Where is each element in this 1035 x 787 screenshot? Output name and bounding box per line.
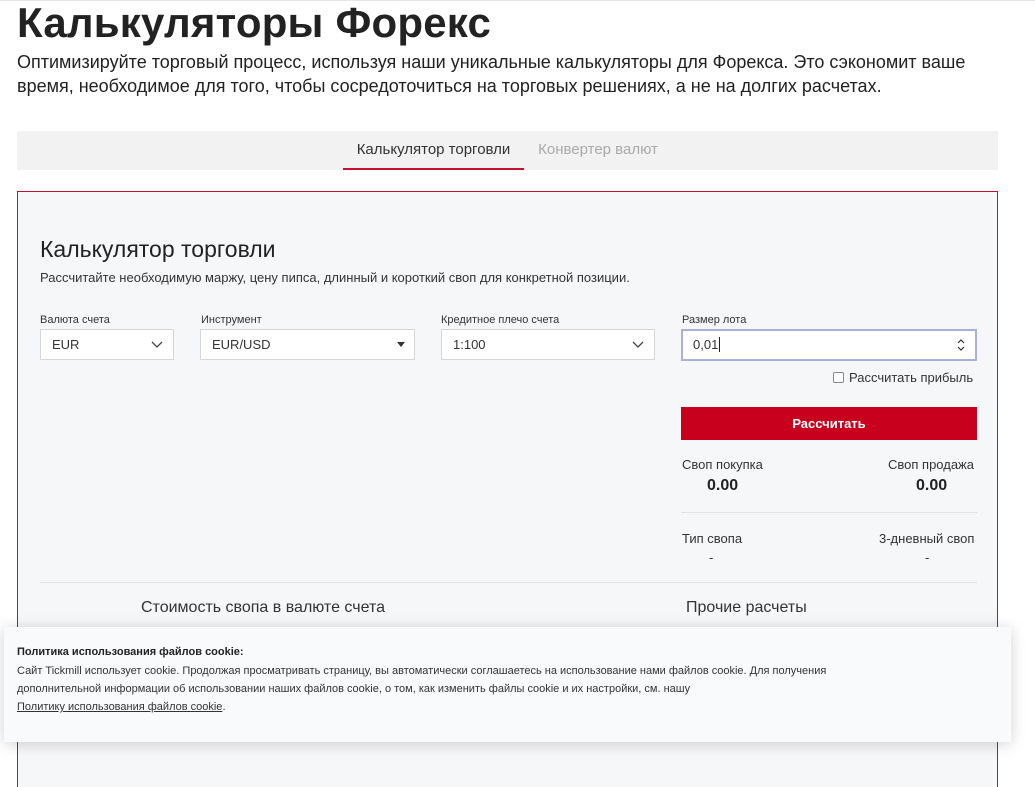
chevron-down-icon — [151, 341, 163, 348]
calculate-button[interactable]: Рассчитать — [681, 407, 977, 440]
leverage-select[interactable]: 1:100 — [441, 329, 655, 360]
account-currency-value: EUR — [52, 337, 80, 352]
tab-trading-calculator[interactable]: Калькулятор торговли — [343, 131, 524, 170]
chevron-down-icon — [632, 341, 644, 348]
leverage-label: Кредитное плечо счета — [441, 314, 560, 326]
lot-size-input[interactable]: 0,01 — [681, 329, 977, 361]
calculator-tabs: Калькулятор торговли Конвертер валют — [17, 131, 998, 170]
instrument-label: Инструмент — [201, 314, 262, 326]
swap-buy-value: 0.00 — [707, 477, 739, 494]
swap-type-label: Тип свопа — [682, 531, 743, 546]
account-currency-label: Валюта счета — [40, 314, 110, 326]
calculate-profit-checkbox[interactable] — [833, 372, 844, 383]
calculator-description: Рассчитайте необходимую маржу, цену пипс… — [40, 270, 630, 285]
calculate-profit-label: Рассчитать прибыль — [849, 370, 974, 385]
leverage-value: 1:100 — [453, 337, 486, 352]
results-divider — [681, 512, 977, 513]
instrument-value: EUR/USD — [212, 337, 271, 352]
three-day-swap-value: - — [925, 550, 930, 565]
swap-sell-value: 0.00 — [916, 477, 948, 494]
instrument-select[interactable]: EUR/USD — [200, 329, 415, 360]
cookie-title: Политика использования файлов cookie: — [17, 646, 244, 658]
calculator-title: Калькулятор торговли — [40, 236, 276, 262]
spinner-icon[interactable] — [957, 338, 965, 352]
account-currency-select[interactable]: EUR — [40, 329, 174, 360]
swap-sell-label: Своп продажа — [888, 457, 974, 472]
cookie-banner: Политика использования файлов cookie: Са… — [4, 627, 1011, 742]
swap-buy-label: Своп покупка — [682, 457, 763, 472]
three-day-swap-label: 3-дневный своп — [879, 531, 975, 546]
page-title: Калькуляторы Форекс — [17, 0, 492, 46]
page-subtitle: Оптимизируйте торговый процесс, использу… — [17, 52, 966, 96]
cookie-policy-link[interactable]: Политику использования файлов cookie — [17, 701, 222, 713]
swap-type-value: - — [709, 550, 714, 565]
cookie-body: Сайт Tickmill использует cookie. Продолж… — [17, 665, 827, 695]
caret-down-icon — [397, 342, 405, 347]
tab-currency-converter[interactable]: Конвертер валют — [530, 131, 666, 170]
cookie-suffix: . — [222, 701, 226, 713]
other-calculations-heading: Прочие расчеты — [686, 599, 807, 616]
lot-size-label: Размер лота — [682, 314, 747, 326]
lot-size-value: 0,01 — [693, 337, 719, 352]
cookie-text: Сайт Tickmill использует cookie. Продолж… — [17, 662, 837, 716]
swap-cost-heading: Стоимость свопа в валюте счета — [141, 599, 385, 616]
section-divider — [40, 582, 977, 583]
